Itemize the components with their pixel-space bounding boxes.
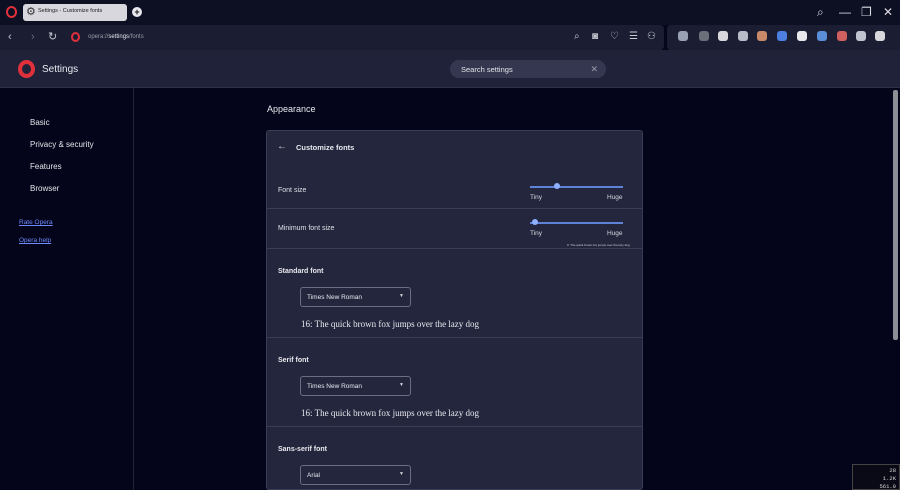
extension-icon[interactable]: [718, 31, 728, 41]
min-font-size-max-label: Huge: [607, 230, 623, 237]
min-font-size-min-label: Tiny: [530, 230, 543, 237]
restore-button[interactable]: ❐: [861, 4, 872, 20]
sans-serif-font-select[interactable]: Arial ▼: [300, 465, 411, 485]
fps-value: 28: [889, 467, 896, 474]
opera-menu-icon[interactable]: [6, 6, 17, 18]
camera-icon[interactable]: ◙: [592, 30, 598, 44]
serif-font-sample: 16: The quick brown fox jumps over the l…: [301, 408, 480, 418]
min-font-size-slider[interactable]: [530, 222, 623, 224]
chevron-down-icon: ▼: [399, 471, 404, 477]
performance-overlay: 28 1.2K 561.0: [852, 464, 900, 490]
back-arrow-icon[interactable]: ←: [277, 140, 287, 154]
search-tabs-icon[interactable]: ⌕: [817, 4, 824, 20]
standard-font-select[interactable]: Times New Roman ▼: [300, 287, 411, 307]
minimize-button[interactable]: —: [839, 4, 851, 20]
extension-icon[interactable]: [797, 31, 807, 41]
section-title: Appearance: [267, 104, 316, 114]
sidebar-item-privacy-security[interactable]: Privacy & security: [30, 140, 94, 149]
sidebar-item-features[interactable]: Features: [30, 162, 62, 171]
font-size-slider[interactable]: [530, 186, 623, 188]
extension-icon[interactable]: [837, 31, 847, 41]
standard-font-heading: Standard font: [278, 268, 324, 275]
opera-page-icon: [71, 32, 80, 42]
url-text[interactable]: opera://settings/fonts: [88, 34, 144, 40]
extension-icon[interactable]: [856, 31, 866, 41]
extension-icon[interactable]: [757, 31, 767, 41]
divider: [267, 426, 642, 427]
serif-font-heading: Serif font: [278, 357, 309, 364]
back-icon[interactable]: ‹: [8, 29, 12, 45]
search-placeholder: Search settings: [461, 65, 513, 74]
scrollbar[interactable]: [893, 90, 898, 340]
extension-icon[interactable]: [817, 31, 827, 41]
customize-fonts-card: ← Customize fonts Font size Tiny Huge Mi…: [266, 130, 643, 490]
chevron-down-icon: ▼: [399, 293, 404, 299]
divider: [267, 248, 642, 249]
font-size-label: Font size: [278, 187, 307, 194]
opera-logo-icon: [18, 60, 35, 78]
font-size-min-label: Tiny: [530, 194, 543, 201]
divider: [267, 337, 642, 338]
serif-font-select[interactable]: Times New Roman ▼: [300, 376, 411, 396]
forward-icon[interactable]: ›: [31, 29, 35, 45]
gear-icon: ⚙: [26, 6, 36, 18]
memory-value: 1.2K: [882, 475, 896, 482]
tab-settings[interactable]: ⚙ Settings - Customize fonts: [23, 4, 127, 21]
reload-icon[interactable]: ↻: [48, 29, 57, 45]
shield-extension-icon[interactable]: [678, 31, 688, 41]
sans-serif-font-value: Arial: [307, 472, 321, 479]
divider: [267, 208, 642, 209]
standard-font-sample: 16: The quick brown fox jumps over the l…: [301, 319, 480, 329]
sidebar-item-browser[interactable]: Browser: [30, 184, 59, 193]
extension-icon[interactable]: [738, 31, 748, 41]
easy-setup-icon[interactable]: ☰: [629, 30, 638, 44]
min-font-size-label: Minimum font size: [278, 225, 335, 232]
close-button[interactable]: ✕: [883, 4, 893, 20]
chevron-down-icon: ▼: [399, 382, 404, 388]
heart-icon[interactable]: ♡: [610, 30, 619, 44]
tab-title: Settings - Customize fonts: [38, 8, 103, 14]
search-input[interactable]: Search settings ✕: [450, 60, 606, 78]
opera-help-link[interactable]: Opera help: [19, 237, 51, 244]
min-font-preview: 0: The quick brown fox jumps over the la…: [567, 243, 630, 247]
card-title: Customize fonts: [296, 143, 355, 152]
sans-serif-font-heading: Sans-serif font: [278, 446, 328, 453]
serif-font-value: Times New Roman: [307, 383, 363, 390]
profile-icon[interactable]: ⚇: [647, 30, 656, 44]
clear-icon[interactable]: ✕: [590, 63, 598, 75]
page-title: Settings: [42, 64, 79, 75]
sidebar-item-basic[interactable]: Basic: [30, 118, 50, 127]
min-font-size-slider-thumb[interactable]: [531, 219, 538, 225]
search-icon[interactable]: ⌕: [574, 30, 580, 44]
rate-opera-link[interactable]: Rate Opera: [19, 219, 53, 226]
extension-icon[interactable]: [699, 31, 709, 41]
standard-font-value: Times New Roman: [307, 294, 363, 301]
new-tab-button[interactable]: +: [132, 7, 142, 17]
font-size-max-label: Huge: [607, 194, 623, 201]
frame-value: 561.0: [879, 483, 896, 490]
font-size-slider-thumb[interactable]: [553, 183, 560, 189]
extension-icon[interactable]: [777, 31, 787, 41]
extensions-cube-icon[interactable]: [875, 31, 885, 41]
